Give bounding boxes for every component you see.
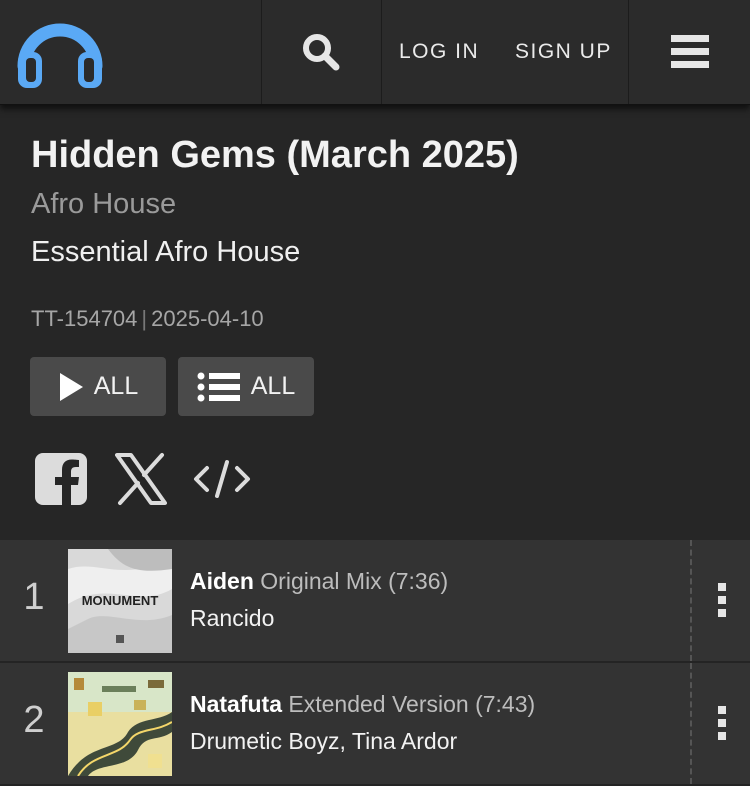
x-icon	[115, 453, 167, 505]
track-info: Natafuta Extended Version (7:43) Drumeti…	[190, 691, 680, 755]
track-mix: Extended Version (7:43)	[288, 691, 536, 717]
chart-id: TT-154704	[31, 306, 138, 331]
track-row[interactable]: 2 Natafuta Extended Version (7:43) Drume…	[0, 663, 750, 786]
chart-meta: TT-154704 | 2025-04-10	[31, 306, 264, 332]
menu-button[interactable]	[629, 0, 750, 104]
search-icon	[303, 34, 340, 71]
track-title-line: Aiden Original Mix (7:36)	[190, 568, 680, 595]
more-vertical-icon	[718, 706, 726, 740]
track-mix: Original Mix (7:36)	[260, 568, 449, 594]
track-divider	[690, 540, 692, 661]
track-artist-link[interactable]: Drumetic Boyz, Tina Ardor	[190, 728, 680, 755]
embed-button[interactable]	[193, 452, 251, 506]
chart-title: Hidden Gems (March 2025)	[31, 134, 519, 176]
chart-genre-link[interactable]: Afro House	[31, 188, 176, 221]
track-title-line: Natafuta Extended Version (7:43)	[190, 691, 680, 718]
play-all-label: ALL	[93, 372, 139, 400]
track-artwork-text: MONUMENT	[82, 593, 159, 608]
chart-label-link[interactable]: Essential Afro House	[31, 236, 300, 269]
track-artist-link[interactable]: Rancido	[190, 605, 680, 632]
nav-divider	[381, 0, 382, 104]
track-name-link[interactable]: Natafuta	[190, 691, 282, 717]
meta-separator: |	[141, 306, 148, 331]
facebook-icon	[35, 453, 87, 505]
more-vertical-icon	[718, 583, 726, 617]
queue-all-button[interactable]: ALL	[178, 357, 314, 416]
facebook-share-button[interactable]	[35, 452, 87, 506]
play-all-button[interactable]: ALL	[30, 357, 166, 416]
play-icon	[59, 372, 83, 401]
list-icon	[197, 372, 240, 401]
track-name-link[interactable]: Aiden	[190, 568, 254, 594]
embed-code-icon	[194, 460, 250, 498]
track-artwork[interactable]: MONUMENT	[68, 549, 172, 653]
login-link[interactable]: LOG IN	[399, 0, 479, 104]
track-number: 1	[23, 576, 45, 618]
track-divider	[690, 663, 692, 784]
signup-link[interactable]: SIGN UP	[515, 0, 612, 104]
track-info: Aiden Original Mix (7:36) Rancido	[190, 568, 680, 632]
track-options-button[interactable]	[700, 693, 744, 753]
queue-all-label: ALL	[250, 372, 296, 400]
track-list: 1 MONUMENT Aiden Original Mix (7:36) Ran…	[0, 540, 750, 786]
search-button[interactable]	[262, 0, 380, 104]
track-options-button[interactable]	[700, 570, 744, 630]
top-nav: LOG IN SIGN UP	[0, 0, 750, 105]
headphones-icon[interactable]	[14, 8, 106, 92]
chart-date: 2025-04-10	[151, 306, 264, 331]
track-artwork[interactable]	[68, 672, 172, 776]
track-number: 2	[23, 699, 45, 741]
x-share-button[interactable]	[115, 452, 167, 506]
hamburger-menu-icon	[670, 35, 709, 68]
track-row[interactable]: 1 MONUMENT Aiden Original Mix (7:36) Ran…	[0, 540, 750, 663]
